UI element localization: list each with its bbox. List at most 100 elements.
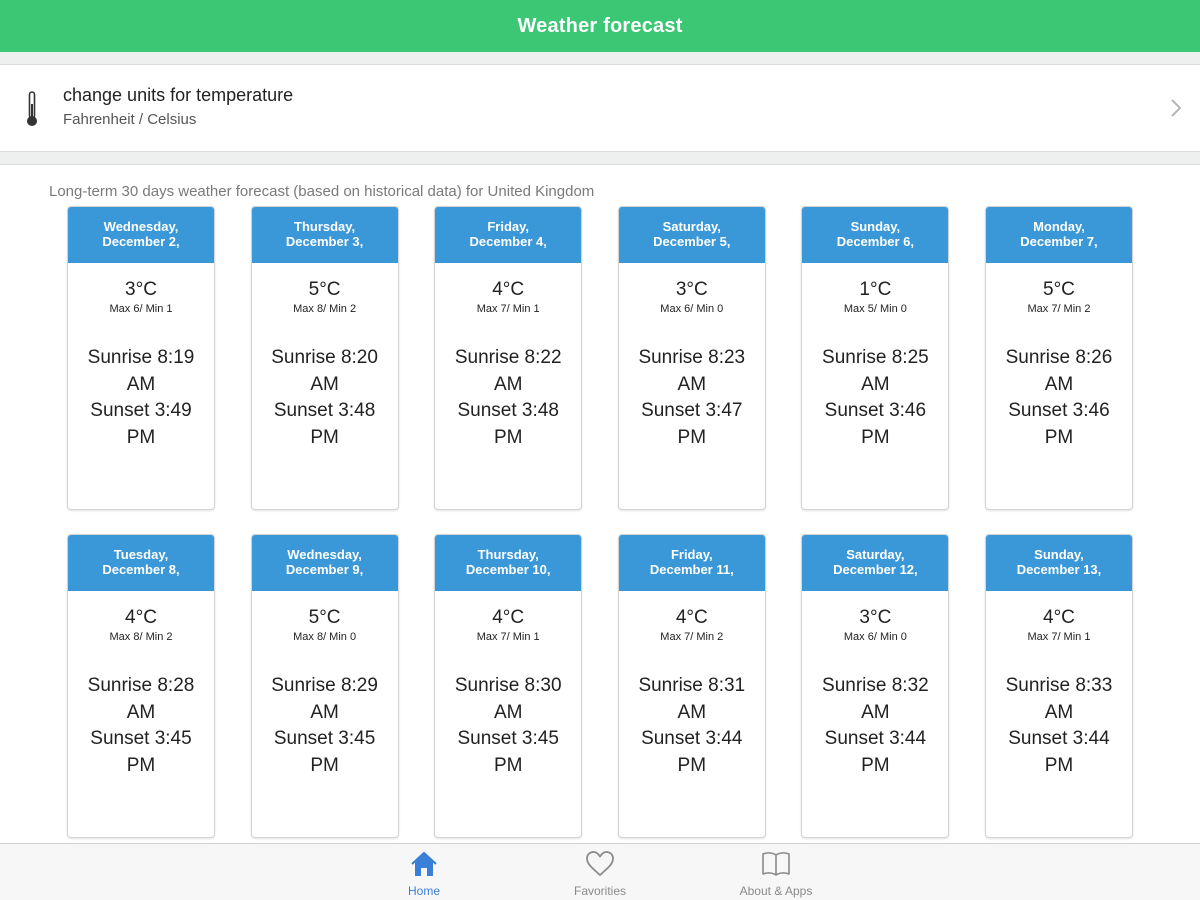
forecast-card-header: Thursday, December 10, [435, 535, 582, 591]
forecast-sunset: Sunset 3:45 PM [273, 728, 376, 776]
top-bar: Weather forecast [0, 0, 1200, 52]
forecast-sunset: Sunset 3:49 PM [90, 400, 192, 448]
forecast-sunrise: Sunrise 8:22 AM [454, 347, 562, 395]
forecast-card: Tuesday, December 8, 4°C Max 8/ Min 2 Sunris… [67, 534, 215, 838]
forecast-date: December 10, [465, 562, 551, 577]
forecast-sunrise: Sunrise 8:25 AM [822, 347, 929, 395]
forecast-day: Saturday, [662, 219, 721, 234]
forecast-card-header: Friday, December 11, [618, 535, 765, 591]
forecast-max-min: Max 7/ Min 2 [660, 631, 724, 643]
forecast-date: December 7, [1020, 234, 1098, 249]
forecast-card-header: Sunday, December 6, [802, 207, 949, 263]
forecast-day: Monday, [1033, 219, 1085, 234]
forecast-max-min: Max 5/ Min 0 [843, 303, 907, 315]
forecast-card: Thursday, December 10, 4°C Max 7/ Min 1 Sunr… [434, 534, 583, 838]
forecast-sunset: Sunset 3:46 PM [1008, 400, 1110, 448]
home-icon [411, 851, 437, 876]
forecast-sunrise: Sunrise 8:20 AM [271, 347, 378, 395]
forecast-card: Sunday, December 6, 1°C Max 5/ Min 0 Sunrise… [801, 206, 950, 510]
forecast-card-header: Saturday, December 5, [618, 207, 765, 263]
forecast-sun-times: Sunrise 8:22 AM Sunset 3:48 PM [435, 345, 581, 451]
forecast-sunset: Sunset 3:44 PM [824, 728, 927, 776]
tab-about-apps[interactable]: About & Apps [716, 844, 836, 900]
forecast-sun-times: Sunrise 8:30 AM Sunset 3:45 PM [435, 673, 581, 779]
forecast-sun-times: Sunrise 8:26 AM Sunset 3:46 PM [986, 345, 1132, 451]
forecast-card: Monday, December 7, 5°C Max 7/ Min 2 Sunrise… [984, 206, 1133, 510]
forecast-day: Saturday, [846, 547, 905, 562]
forecast-sunrise: Sunrise 8:32 AM [822, 675, 929, 723]
forecast-date: December 8, [102, 562, 180, 577]
forecast-card: Wednesday, December 2, 3°C Max 6/ Min 1 Sunr… [67, 206, 215, 510]
forecast-date: December 12, [833, 562, 918, 577]
tab-bar: Home Favorities About & Apps [0, 843, 1200, 900]
forecast-grid: Wednesday, December 2, 3°C Max 6/ Min 1 Sunr… [67, 206, 1133, 838]
forecast-temperature: 5°C [308, 607, 341, 628]
forecast-date: December 3, [285, 234, 364, 249]
forecast-sunset: Sunset 3:45 PM [90, 728, 192, 776]
forecast-sunrise: Sunrise 8:28 AM [87, 675, 195, 723]
forecast-day: Wednesday, [287, 547, 362, 562]
forecast-card: Friday, December 11, 4°C Max 7/ Min 2 Sunris… [617, 534, 766, 838]
forecast-sunrise: Sunrise 8:26 AM [1005, 347, 1113, 395]
forecast-sunset: Sunset 3:45 PM [457, 728, 559, 776]
thermometer-icon [27, 91, 37, 126]
forecast-date: December 5, [653, 234, 731, 249]
forecast-max-min: Max 8/ Min 2 [109, 631, 173, 643]
page-title: Weather forecast [517, 14, 683, 37]
forecast-sunrise: Sunrise 8:33 AM [1005, 675, 1113, 723]
forecast-sunset: Sunset 3:48 PM [273, 400, 376, 448]
forecast-max-min: Max 7/ Min 1 [1027, 631, 1091, 643]
forecast-day: Thursday, [294, 219, 356, 234]
forecast-temperature: 3°C [675, 279, 708, 300]
forecast-max-min: Max 6/ Min 1 [109, 303, 173, 315]
forecast-sunrise: Sunrise 8:31 AM [638, 675, 746, 723]
forecast-max-min: Max 7/ Min 1 [476, 303, 540, 315]
forecast-temperature: 4°C [492, 607, 525, 628]
forecast-card: Thursday, December 3, 5°C Max 8/ Min 2 Sunri… [250, 206, 399, 510]
chevron-right-icon [1171, 99, 1182, 117]
forecast-day: Thursday, [477, 547, 539, 562]
forecast-day: Wednesday, [103, 219, 179, 234]
forecast-temperature: 4°C [675, 607, 708, 628]
forecast-temperature: 5°C [1043, 279, 1075, 300]
forecast-max-min: Max 8/ Min 2 [293, 303, 357, 315]
forecast-sun-times: Sunrise 8:29 AM Sunset 3:45 PM [252, 673, 398, 779]
forecast-sunrise: Sunrise 8:19 AM [87, 347, 195, 395]
forecast-date: December 11, [649, 562, 734, 577]
units-title: change units for temperature [63, 85, 294, 105]
tab-favorities[interactable]: Favorities [540, 844, 660, 900]
forecast-sunrise: Sunrise 8:29 AM [271, 675, 378, 723]
forecast-sunset: Sunset 3:46 PM [824, 400, 927, 448]
forecast-max-min: Max 6/ Min 0 [843, 631, 907, 643]
forecast-card: Sunday, December 13, 4°C Max 7/ Min 1 Sunris… [984, 534, 1133, 838]
book-icon [762, 852, 790, 876]
forecast-day: Tuesday, [113, 547, 169, 562]
forecast-temperature: 5°C [308, 279, 341, 300]
forecast-max-min: Max 8/ Min 0 [293, 631, 357, 643]
forecast-card: Saturday, December 12, 3°C Max 6/ Min 0 Sunr… [801, 534, 950, 838]
forecast-card-header: Sunday, December 13, [985, 535, 1132, 591]
forecast-sunrise: Sunrise 8:23 AM [638, 347, 746, 395]
forecast-card-header: Thursday, December 3, [251, 207, 398, 263]
units-subtitle: Fahrenheit / Celsius [63, 111, 197, 128]
forecast-day: Friday, [670, 547, 713, 562]
tab-about-apps-label: About & Apps [739, 884, 813, 898]
forecast-card-header: Wednesday, December 9, [251, 535, 398, 591]
forecast-card-header: Wednesday, December 2, [68, 207, 214, 263]
forecast-temperature: 4°C [492, 279, 525, 300]
forecast-sun-times: Sunrise 8:33 AM Sunset 3:44 PM [986, 673, 1132, 779]
forecast-caption: Long-term 30 days weather forecast (base… [49, 183, 595, 200]
forecast-date: December 2, [102, 234, 180, 249]
forecast-sunset: Sunset 3:44 PM [1008, 728, 1110, 776]
forecast-temperature: 4°C [1043, 607, 1075, 628]
change-units-row[interactable]: change units for temperature Fahrenheit … [0, 64, 1200, 152]
forecast-date: December 6, [836, 234, 915, 249]
forecast-temperature: 1°C [859, 279, 892, 300]
forecast-sun-times: Sunrise 8:25 AM Sunset 3:46 PM [802, 345, 948, 451]
tab-home[interactable]: Home [364, 844, 484, 900]
forecast-temperature: 3°C [859, 607, 892, 628]
forecast-max-min: Max 7/ Min 2 [1027, 303, 1091, 315]
forecast-card-header: Friday, December 4, [435, 207, 582, 263]
forecast-sun-times: Sunrise 8:20 AM Sunset 3:48 PM [252, 345, 398, 451]
forecast-max-min: Max 7/ Min 1 [476, 631, 540, 643]
